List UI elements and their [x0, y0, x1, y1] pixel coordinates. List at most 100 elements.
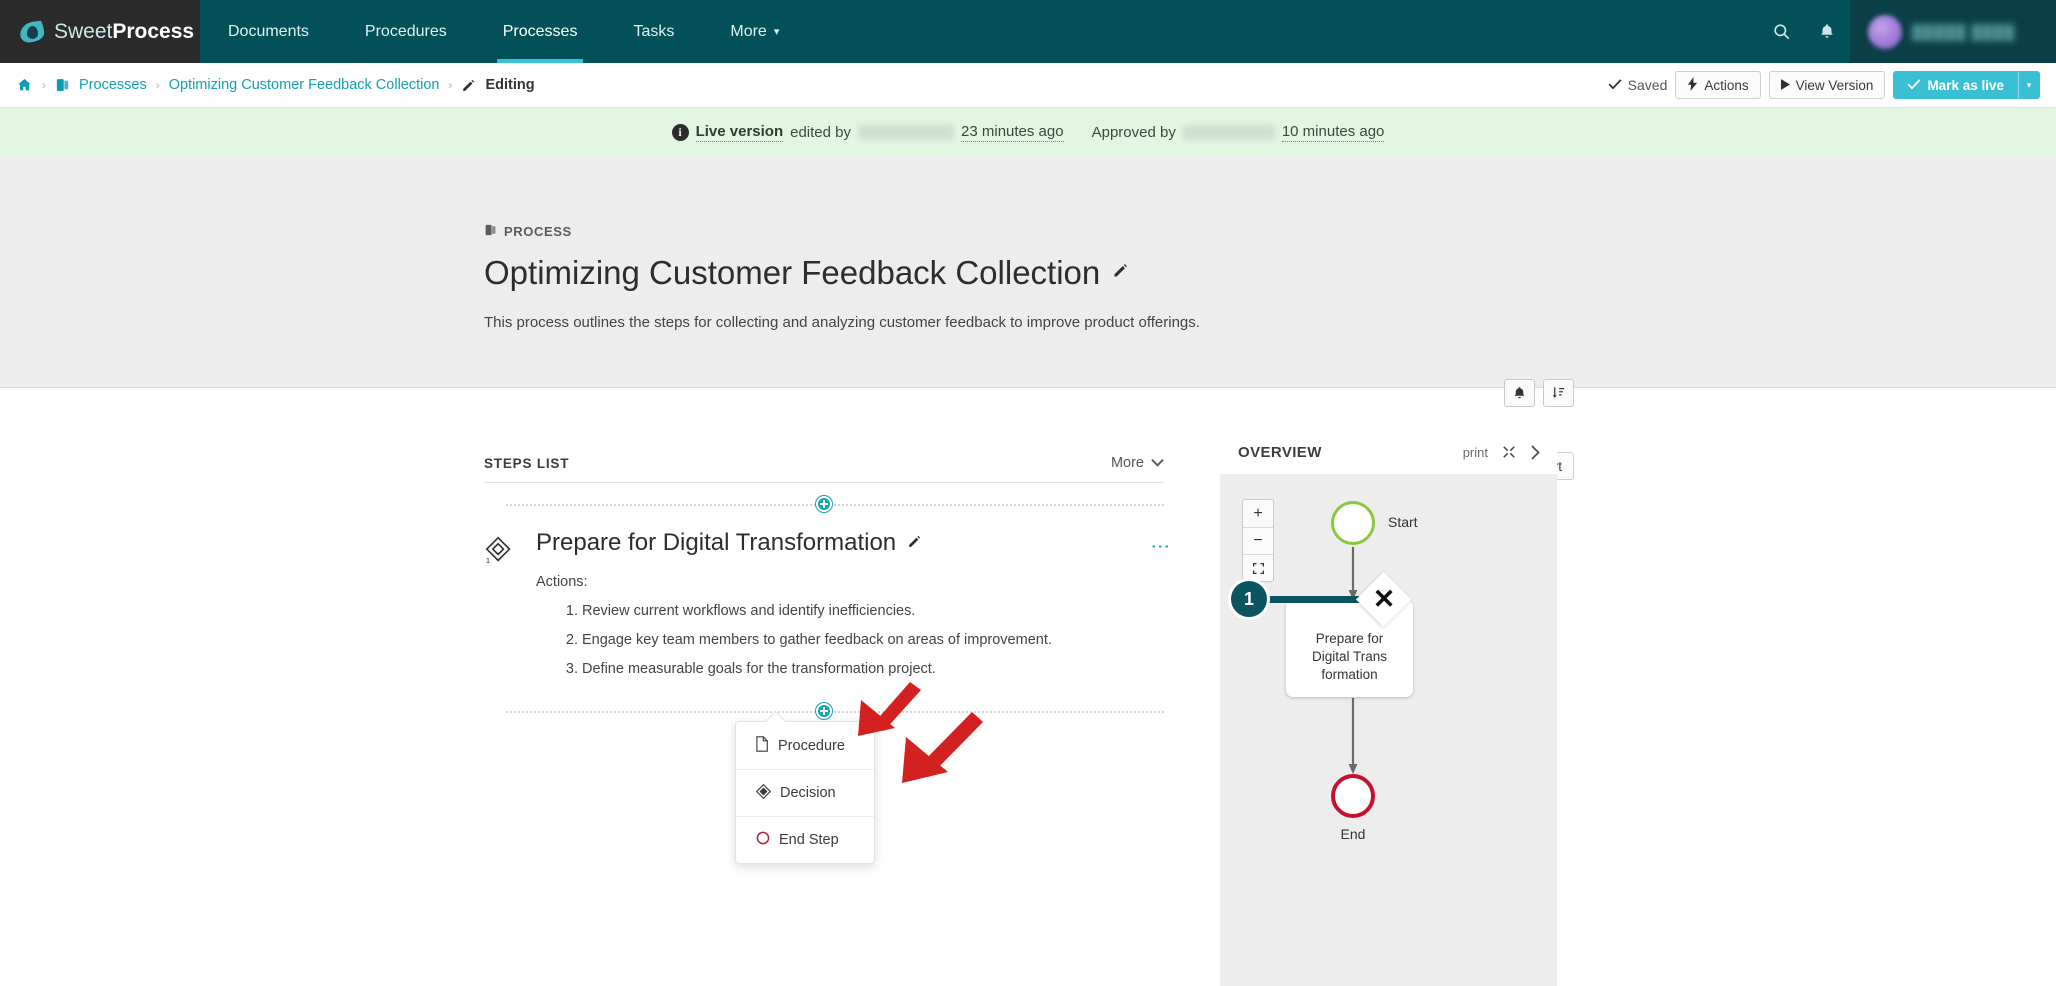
actions-label: Actions	[1704, 77, 1749, 93]
info-icon: i	[671, 124, 689, 141]
pencil-icon[interactable]	[1112, 262, 1129, 284]
dotted-divider	[506, 711, 1164, 713]
breadcrumb: › Processes › Optimizing Customer Feedba…	[16, 77, 535, 93]
user-account-menu[interactable]: █████ ████	[1850, 0, 2056, 63]
menu-item-label: Decision	[780, 785, 836, 801]
brand-text-thin: Sweet	[54, 19, 113, 43]
check-icon	[1608, 77, 1622, 93]
flow-node-step-1-label: Prepare for Digital Trans formation	[1286, 630, 1413, 685]
search-icon[interactable]	[1758, 0, 1804, 63]
decision-diamond-icon: 1	[484, 529, 518, 684]
check-icon	[1907, 78, 1921, 93]
sort-icon[interactable]	[1543, 379, 1574, 407]
dotted-divider	[506, 504, 1164, 506]
top-navigation-bar: SweetProcess Documents Procedures Proces…	[0, 0, 2056, 63]
notification-bell-icon[interactable]	[1804, 0, 1850, 63]
overview-tools: print	[1463, 445, 1541, 460]
expand-arrows-icon[interactable]	[1502, 445, 1516, 459]
nav-item-more[interactable]: More ▾	[702, 0, 807, 63]
menu-item-end-step[interactable]: End Step	[736, 816, 874, 863]
svg-text:1: 1	[486, 556, 490, 565]
page-kicker-label: PROCESS	[504, 224, 572, 239]
step-action-item: Review current workflows and identify in…	[582, 597, 1164, 626]
view-version-button[interactable]: View Version	[1768, 71, 1886, 99]
nav-item-documents[interactable]: Documents	[200, 0, 337, 63]
breadcrumb-actions: Saved Actions View Version Mark as live …	[1608, 71, 2040, 99]
breadcrumb-item-processes[interactable]: Processes	[79, 77, 147, 93]
nav-item-processes[interactable]: Processes	[475, 0, 606, 63]
step-title-row: Prepare for Digital Transformation ⋮	[536, 529, 1170, 557]
page-title: Optimizing Customer Feedback Collection	[484, 254, 1584, 292]
brand-text-bold: Process	[112, 19, 195, 43]
brand-text: SweetProcess	[54, 20, 194, 44]
mark-as-live-label: Mark as live	[1927, 77, 2004, 93]
pencil-icon[interactable]	[907, 533, 922, 554]
edited-timestamp[interactable]: 23 minutes ago	[961, 123, 1064, 142]
nav-item-procedures[interactable]: Procedures	[337, 0, 475, 63]
editor-name-redacted	[858, 125, 955, 140]
flow-node-label-line: Digital Trans	[1311, 649, 1388, 665]
flow-node-end-label-wrap: End	[1315, 826, 1391, 842]
step-content: Prepare for Digital Transformation ⋮ Act…	[536, 529, 1170, 684]
vertical-dots-icon[interactable]: ⋮	[1149, 531, 1170, 556]
flow-node-start[interactable]	[1331, 501, 1375, 545]
menu-item-label: Procedure	[778, 737, 845, 754]
add-step-divider-top	[484, 483, 1164, 525]
pencil-icon	[461, 78, 476, 93]
steps-list-label: STEPS LIST	[484, 456, 570, 471]
nav-item-tasks[interactable]: Tasks	[605, 0, 702, 63]
red-circle-icon	[756, 831, 770, 849]
nav-label: Documents	[228, 22, 309, 40]
chevron-right-icon[interactable]	[1530, 444, 1541, 460]
mark-as-live-dropdown-toggle[interactable]: ▾	[2018, 71, 2040, 99]
flow-node-start-label: Start	[1388, 514, 1418, 530]
overview-flowchart-canvas[interactable]: + − Start Prepare for Digital Trans form…	[1220, 474, 1557, 986]
bolt-icon	[1687, 76, 1698, 94]
step-item-1: 1 Prepare for Digital Transformation ⋮ A…	[484, 525, 1170, 684]
flow-node-end[interactable]	[1331, 774, 1375, 818]
saved-label: Saved	[1627, 77, 1668, 93]
avatar	[1868, 14, 1902, 49]
home-icon[interactable]	[16, 77, 33, 93]
live-version-notice: i Live version edited by 23 minutes ago …	[0, 108, 2056, 157]
add-step-button-bottom[interactable]	[816, 703, 832, 719]
app-page: SweetProcess Documents Procedures Proces…	[0, 0, 2056, 986]
menu-item-procedure[interactable]: Procedure	[736, 722, 874, 769]
steps-more-menu[interactable]: More	[1111, 455, 1164, 471]
notification-bell-icon[interactable]	[1504, 379, 1535, 407]
user-name: █████ ████	[1912, 23, 2016, 40]
menu-item-decision[interactable]: Decision	[736, 769, 874, 816]
live-version-link[interactable]: Live version	[695, 123, 784, 142]
steps-list-column: STEPS LIST More 1 Prepare for Digital Tr…	[484, 455, 1170, 732]
edited-by-label: edited by	[790, 124, 852, 141]
sweetprocess-leaf-logo	[18, 19, 46, 44]
step-actions-label: Actions:	[536, 574, 588, 590]
chevron-down-icon	[1151, 455, 1164, 471]
process-document-icon	[484, 223, 497, 240]
breadcrumb-item-process-title[interactable]: Optimizing Customer Feedback Collection	[169, 77, 440, 93]
overview-title: OVERVIEW	[1238, 443, 1322, 461]
add-step-button-top[interactable]	[816, 496, 832, 512]
process-header-text: PROCESS Optimizing Customer Feedback Col…	[484, 157, 1584, 331]
menu-item-label: End Step	[779, 832, 839, 848]
flow-node-end-label: End	[1340, 826, 1366, 842]
mark-as-live-button[interactable]: Mark as live	[1893, 71, 2018, 99]
file-page-icon	[756, 735, 769, 756]
flow-node-label-line: formation	[1321, 667, 1378, 683]
overview-panel: OVERVIEW print + − Start Prepare for Dig…	[1220, 430, 1557, 986]
overview-print-link[interactable]: print	[1463, 445, 1488, 460]
brand-logo-area[interactable]: SweetProcess	[0, 0, 200, 63]
mark-as-live-group: Mark as live ▾	[1893, 71, 2040, 99]
step-action-item: Define measurable goals for the transfor…	[582, 655, 1164, 684]
header-tool-buttons	[1504, 379, 1574, 407]
close-icon[interactable]: ✕	[1370, 585, 1398, 613]
breadcrumb-separator: ›	[42, 78, 46, 92]
add-step-menu: Procedure Decision End Step	[735, 721, 875, 864]
saved-status: Saved	[1608, 77, 1668, 93]
steps-list-header: STEPS LIST More	[484, 455, 1164, 483]
actions-button[interactable]: Actions	[1675, 71, 1761, 99]
step-title-text: Prepare for Digital Transformation	[536, 529, 897, 556]
approved-timestamp[interactable]: 10 minutes ago	[1281, 123, 1385, 142]
breadcrumb-separator: ›	[155, 78, 160, 92]
step-action-item: Engage key team members to gather feedba…	[582, 626, 1164, 655]
